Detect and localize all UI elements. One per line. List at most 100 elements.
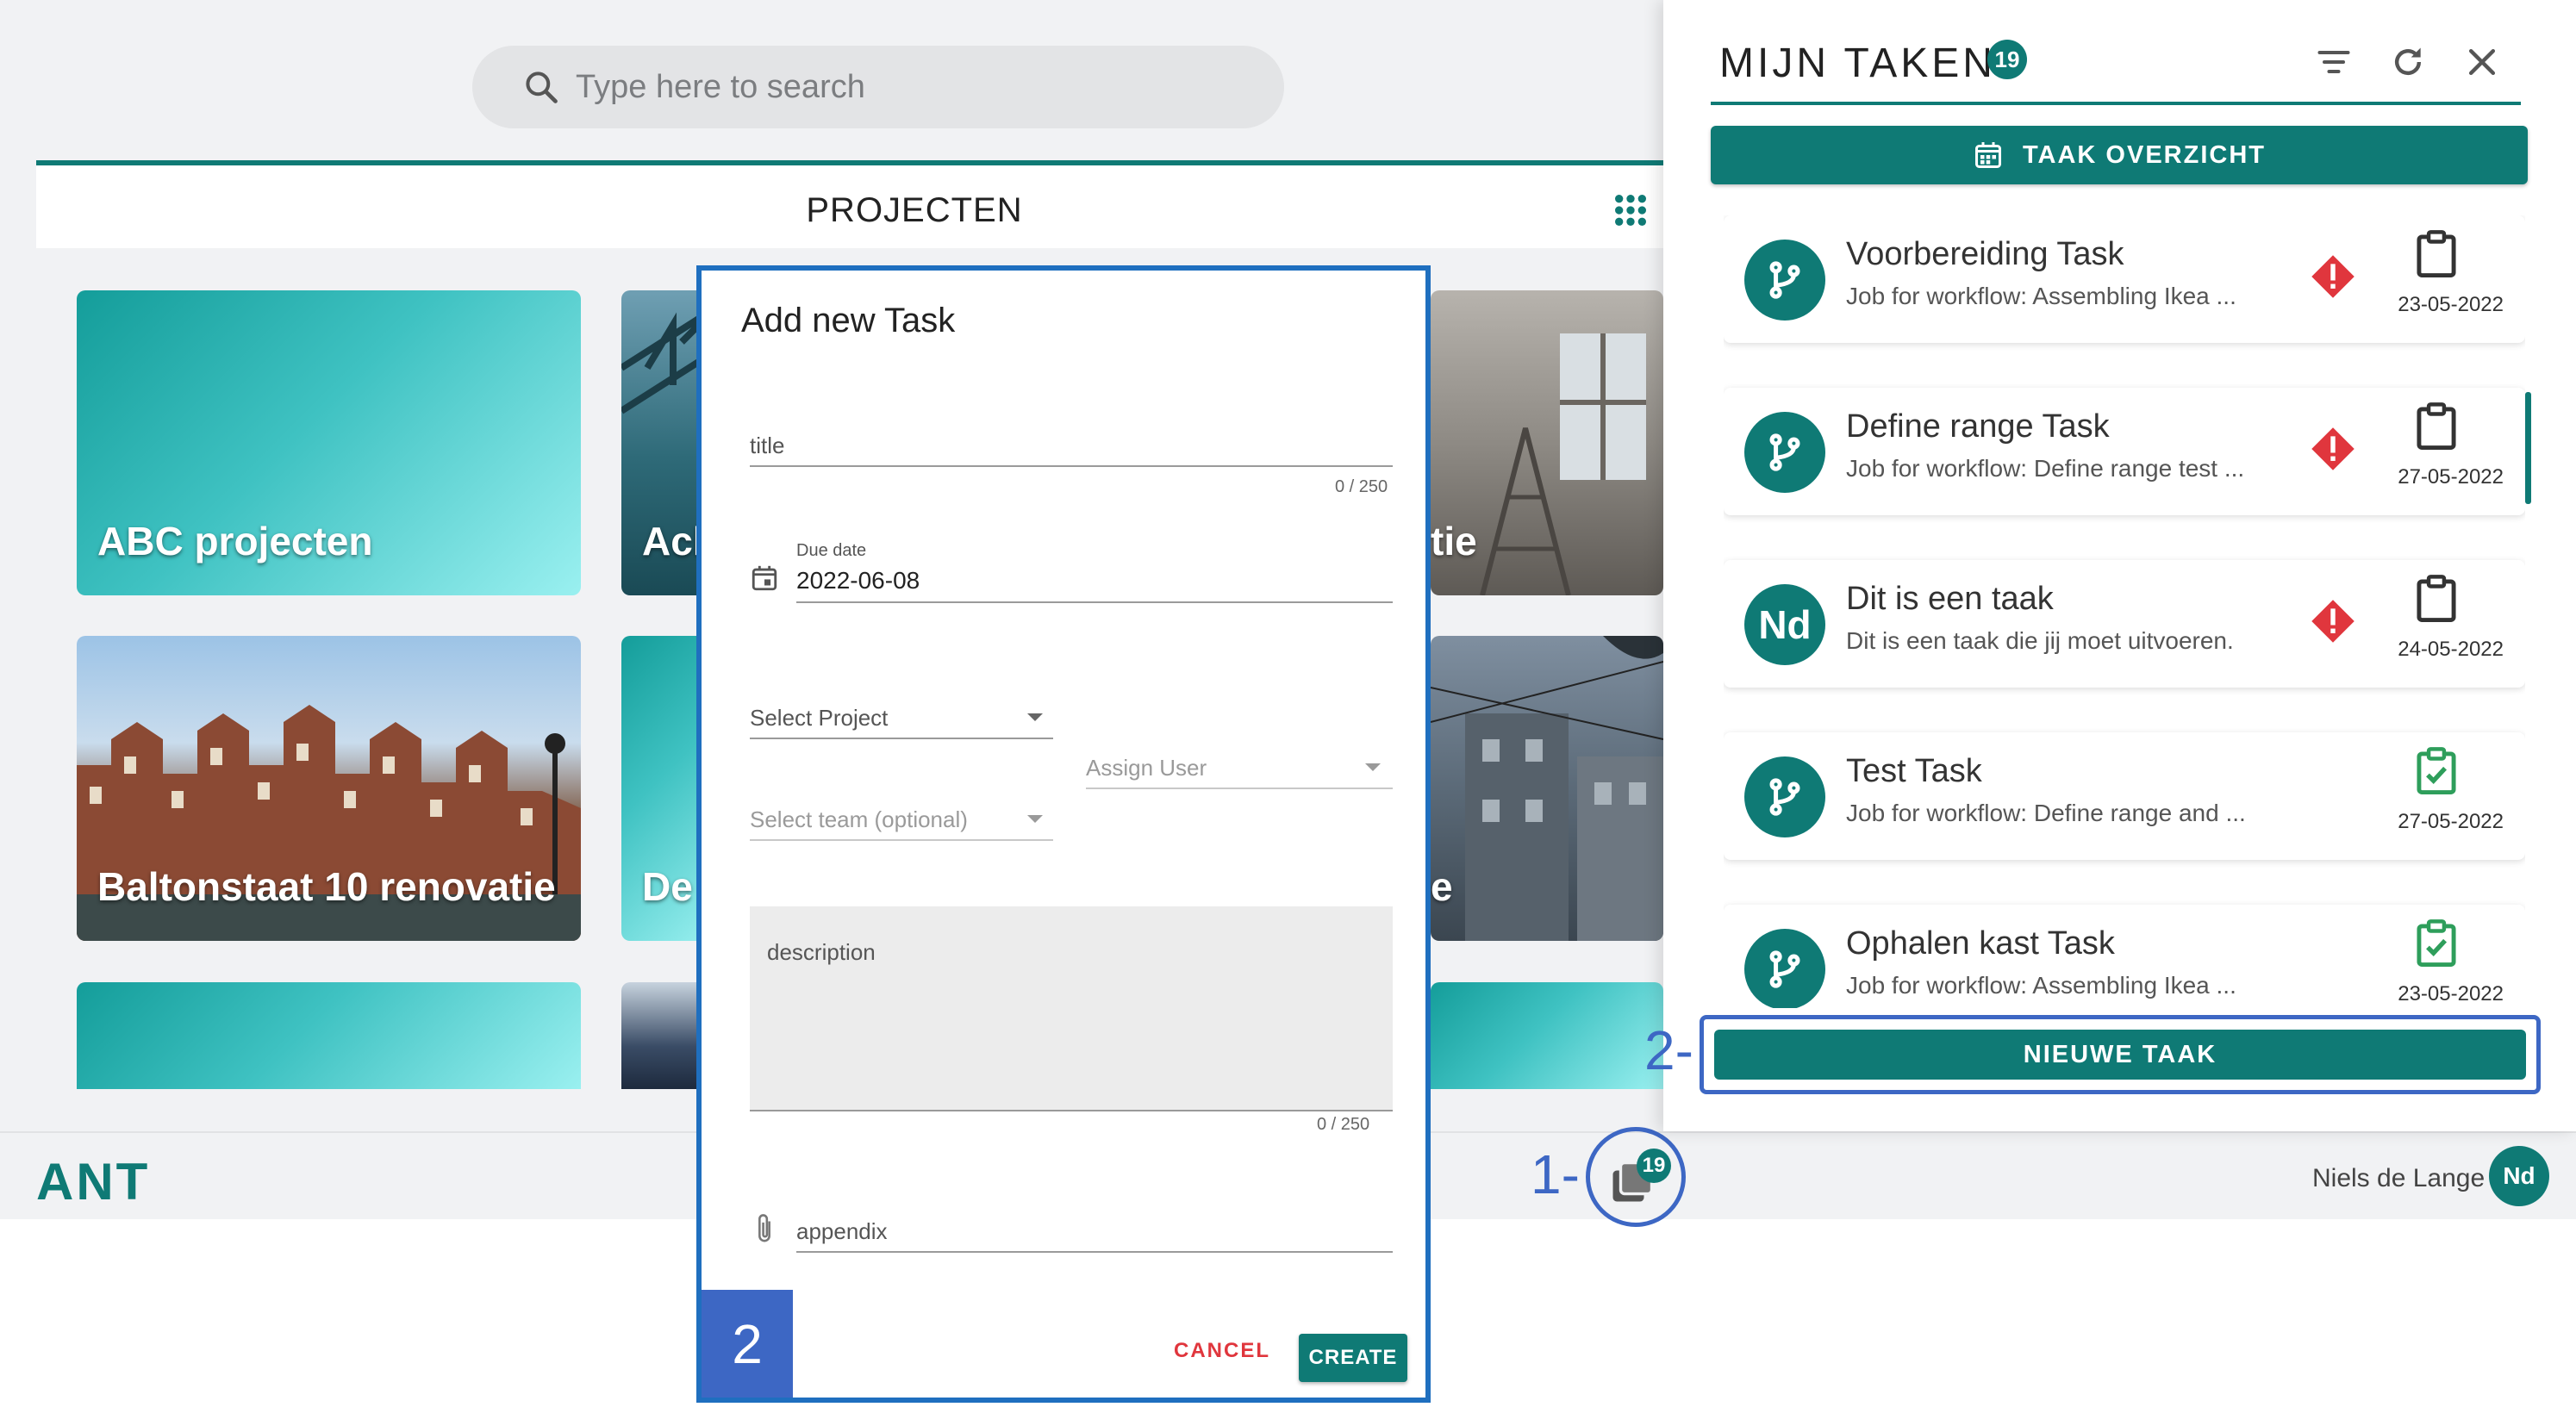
task-overview-label: TAAK OVERZICHT (2022, 140, 2266, 169)
project-tile-label: e (1431, 864, 1453, 909)
task-card[interactable]: Define range Task Job for workflow: Defi… (1724, 388, 2525, 515)
grid-view-icon[interactable] (1613, 193, 1648, 227)
panel-title: MIJN TAKEN (1719, 40, 1996, 86)
workflow-icon (1769, 778, 1800, 816)
task-title: Ophalen kast Task (1846, 925, 2115, 962)
tasks-toggle-button[interactable]: 19 (1586, 1127, 1686, 1227)
project-tile[interactable]: ABC projecten (77, 290, 581, 595)
avatar: Nd (1744, 584, 1825, 665)
project-tile-label: ABC projecten (97, 519, 373, 563)
task-subtitle: Job for workflow: Assembling Ikea ... (1846, 972, 2236, 999)
workflow-avatar (1744, 412, 1825, 493)
project-tile-label: tie (1431, 519, 1477, 563)
divider (1711, 102, 2521, 105)
clipboard-check-icon[interactable] (2413, 746, 2460, 796)
search-icon (526, 72, 558, 103)
search-input[interactable]: Type here to search (576, 69, 865, 106)
calendar-icon (1974, 142, 2001, 168)
select-project-dropdown[interactable]: Select Project (750, 705, 888, 732)
task-card[interactable]: Test Task Job for workflow: Define range… (1724, 732, 2525, 860)
appendix-underline (796, 1251, 1393, 1253)
task-count-badge: 19 (1987, 40, 2027, 79)
title-field[interactable]: title (750, 433, 784, 459)
project-tile-label: Acl (642, 519, 704, 563)
add-task-dialog: Add new Task title 0 / 250 Due date 2022… (696, 265, 1431, 1403)
paperclip-icon[interactable] (750, 1211, 779, 1246)
task-subtitle: Job for workflow: Define range test ... (1846, 455, 2245, 482)
callout-number: 1- (1531, 1143, 1580, 1205)
cancel-button[interactable]: CANCEL (1174, 1339, 1270, 1363)
building-image (1431, 636, 1663, 941)
task-subtitle: Job for workflow: Define range and ... (1846, 800, 2246, 826)
project-tile[interactable]: tie (1431, 290, 1663, 595)
workflow-icon (1769, 950, 1800, 988)
project-tile[interactable]: e (1431, 636, 1663, 941)
chevron-down-icon[interactable] (1027, 713, 1043, 721)
task-overview-button[interactable]: TAAK OVERZICHT (1711, 126, 2528, 184)
chevron-down-icon[interactable] (1365, 763, 1381, 771)
warning-icon (2311, 427, 2355, 470)
task-subtitle: Job for workflow: Assembling Ikea ... (1846, 283, 2236, 309)
clipboard-check-icon[interactable] (2413, 918, 2460, 968)
page-title: PROJECTEN (806, 191, 1023, 229)
task-card[interactable]: Voorbereiding Task Job for workflow: Ass… (1724, 215, 2525, 343)
chevron-down-icon[interactable] (1027, 815, 1043, 823)
new-task-highlight: NIEUWE TAAK (1700, 1015, 2541, 1094)
project-tile-label: De (642, 864, 693, 909)
task-date: 23-05-2022 (2398, 293, 2504, 316)
title-underline (750, 465, 1393, 467)
clipboard-icon[interactable] (2413, 229, 2460, 279)
projects-header: PROJECTEN (36, 160, 1693, 248)
appendix-field[interactable]: appendix (796, 1218, 888, 1245)
project-tile-label: Baltonstaat 10 renovatie (97, 864, 556, 909)
close-icon[interactable] (2463, 43, 2501, 81)
user-name: Niels de Lange (2312, 1164, 2486, 1192)
task-title: Voorbereiding Task (1846, 236, 2124, 272)
my-tasks-panel: MIJN TAKEN 19 TAAK OVERZICHT Voorbereidi… (1663, 0, 2576, 1131)
project-underline (750, 738, 1053, 739)
due-date-field[interactable]: 2022-06-08 (796, 567, 920, 595)
new-task-button[interactable]: NIEUWE TAAK (1714, 1030, 2526, 1080)
assign-user-dropdown[interactable]: Assign User (1086, 755, 1207, 781)
avatar[interactable]: Nd (2489, 1146, 2549, 1206)
calendar-icon[interactable] (750, 563, 779, 593)
clipboard-icon[interactable] (2413, 402, 2460, 451)
task-card[interactable]: Ophalen kast Task Job for workflow: Asse… (1724, 905, 2525, 1008)
assign-underline (1086, 788, 1393, 789)
description-label: description (767, 939, 876, 965)
team-underline (750, 839, 1053, 841)
task-count-badge: 19 (1637, 1149, 1671, 1183)
workflow-icon (1769, 433, 1800, 471)
due-date-underline (796, 601, 1393, 603)
task-date: 24-05-2022 (2398, 638, 2504, 661)
project-tile[interactable] (77, 982, 581, 1089)
task-date: 23-05-2022 (2398, 982, 2504, 1005)
task-date: 27-05-2022 (2398, 465, 2504, 489)
search-bar[interactable]: Type here to search (472, 46, 1284, 128)
task-title: Dit is een taak (1846, 581, 2054, 617)
task-list: Voorbereiding Task Job for workflow: Ass… (1724, 215, 2525, 1008)
create-button[interactable]: CREATE (1299, 1334, 1407, 1382)
step-number-badge: 2 (702, 1290, 793, 1398)
task-card[interactable]: Nd Dit is een taak Dit is een taak die j… (1724, 560, 2525, 688)
project-tile[interactable] (1431, 982, 1663, 1089)
scrollbar[interactable] (2525, 392, 2531, 504)
task-title: Define range Task (1846, 408, 2110, 445)
clipboard-icon[interactable] (2413, 574, 2460, 624)
title-counter: 0 / 250 (1335, 477, 1388, 496)
task-date: 27-05-2022 (2398, 810, 2504, 833)
task-title: Test Task (1846, 753, 1982, 789)
description-counter: 0 / 250 (1317, 1115, 1370, 1134)
warning-icon (2311, 600, 2355, 643)
select-team-dropdown[interactable]: Select team (optional) (750, 806, 968, 833)
refresh-icon[interactable] (2389, 43, 2427, 81)
task-subtitle: Dit is een taak die jij moet uitvoeren. (1846, 627, 2234, 654)
workflow-avatar (1744, 756, 1825, 837)
workflow-avatar (1744, 240, 1825, 321)
workflow-icon (1769, 261, 1800, 299)
dialog-title: Add new Task (741, 302, 956, 339)
project-tile[interactable]: Baltonstaat 10 renovatie (77, 636, 581, 941)
filter-icon[interactable] (2315, 43, 2353, 81)
description-field[interactable]: description (750, 906, 1393, 1111)
workflow-avatar (1744, 929, 1825, 1008)
